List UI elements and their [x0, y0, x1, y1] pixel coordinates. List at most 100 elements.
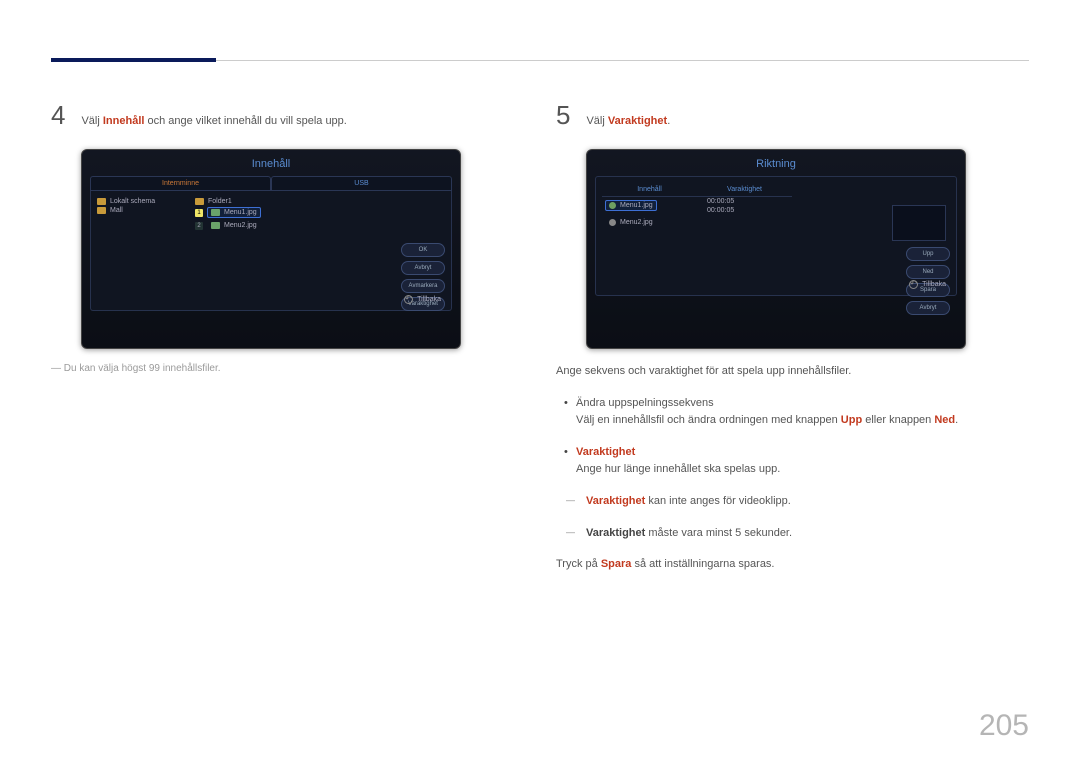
col-header-duration: Varaktighet: [697, 183, 792, 197]
tab-label: Internminne: [162, 180, 199, 187]
text: kan inte anges för videoklipp.: [645, 495, 791, 507]
duration-cell: 00:00:05: [697, 206, 792, 215]
text: .: [667, 115, 670, 127]
file-row: 1 Menu1.jpg: [195, 206, 261, 219]
duration-value: 00:00:05: [707, 198, 734, 205]
up-button[interactable]: Upp: [906, 247, 950, 261]
term: Innehåll: [103, 115, 145, 127]
deselect-button[interactable]: Avmarkera: [401, 279, 445, 293]
folder-label: Mall: [110, 207, 123, 214]
text: .: [955, 414, 958, 426]
seq-heading: Ändra uppspelningssekvens: [576, 397, 714, 409]
button-label: Avbryt: [415, 265, 432, 271]
duration-cell: 00:00:05: [697, 197, 792, 206]
down-button[interactable]: Ned: [906, 265, 950, 279]
term: Upp: [841, 414, 862, 426]
step-5-row: 5 Välj Varaktighet.: [556, 100, 1026, 131]
file-label: Menu2.jpg: [224, 222, 257, 229]
footnote: ― Du kan välja högst 99 innehållsfiler.: [51, 363, 521, 374]
dur-note-1: Varaktighet kan inte anges för videoklip…: [586, 493, 1026, 511]
button-label: Upp: [922, 251, 933, 257]
dur-note-2: Varaktighet måste vara minst 5 sekunder.: [586, 525, 1026, 543]
return-icon: [404, 295, 413, 304]
file-index: 2: [195, 222, 203, 230]
file-item[interactable]: Menu1.jpg: [207, 207, 261, 218]
dur-desc: Ange hur länge innehållet ska spelas upp…: [576, 463, 780, 475]
step-number: 4: [51, 100, 65, 131]
tab-internminne[interactable]: Internminne: [90, 176, 271, 191]
term: Ned: [934, 414, 955, 426]
ok-button[interactable]: OK: [401, 243, 445, 257]
footer-back[interactable]: Tillbaka: [404, 295, 441, 304]
step-number: 5: [556, 100, 570, 131]
item-label: Menu1.jpg: [620, 202, 653, 209]
text: måste vara minst 5 sekunder.: [645, 527, 792, 539]
riktning-panel: Riktning Innehåll Menu1.jpg Menu2.jpg Va…: [586, 149, 966, 349]
folder-label: Folder1: [208, 198, 232, 205]
header-accent: [51, 58, 216, 62]
text: och ange vilket innehåll du vill spela u…: [144, 115, 346, 127]
cancel-button[interactable]: Avbryt: [906, 301, 950, 315]
save-line: Tryck på Spara så att inställningarna sp…: [556, 556, 1026, 574]
seq-bullet: Ändra uppspelningssekvens Välj en innehå…: [576, 395, 1026, 430]
unselected-icon: [609, 219, 616, 226]
text: Välj: [81, 115, 102, 127]
text: eller knappen: [862, 414, 934, 426]
term: Spara: [601, 558, 632, 570]
folder-icon: [97, 198, 106, 205]
tab-bar: Internminne USB: [90, 176, 452, 191]
duration-value: 00:00:05: [707, 207, 734, 214]
text: Välj en innehållsfil och ändra ordningen…: [576, 414, 841, 426]
return-icon: [909, 280, 918, 289]
seq-line: Välj en innehållsfil och ändra ordningen…: [576, 414, 958, 426]
right-column: 5 Välj Varaktighet. Riktning Innehåll Me…: [556, 100, 1026, 574]
tab-label: USB: [354, 180, 368, 187]
dur-heading: Varaktighet: [576, 446, 635, 458]
panel-body: Lokalt schema Mall Folder1 1 Menu1.jpg 2…: [90, 191, 452, 311]
panel-title: Innehåll: [90, 158, 452, 170]
folder-item[interactable]: Folder1: [195, 197, 261, 206]
selected-icon: [609, 202, 616, 209]
folder-icon: [195, 198, 204, 205]
panel-body: Innehåll Menu1.jpg Menu2.jpg Varaktighet…: [595, 176, 957, 296]
text: Tryck på: [556, 558, 601, 570]
term: Varaktighet: [586, 495, 645, 507]
folder-item[interactable]: Lokalt schema: [97, 197, 177, 206]
left-column: 4 Välj Innehåll och ange vilket innehåll…: [51, 100, 521, 374]
back-label: Tillbaka: [922, 281, 946, 288]
image-icon: [211, 222, 220, 229]
step-4-row: 4 Välj Innehåll och ange vilket innehåll…: [51, 100, 521, 131]
file-label: Menu1.jpg: [224, 209, 257, 216]
file-index: 1: [195, 209, 203, 217]
step-5-text: Välj Varaktighet.: [586, 113, 670, 130]
step-4-text: Välj Innehåll och ange vilket innehåll d…: [81, 113, 346, 130]
button-label: Avmarkera: [409, 283, 438, 289]
button-label: Avbryt: [920, 305, 937, 311]
text: så att inställningarna sparas.: [631, 558, 774, 570]
intro-line: Ange sekvens och varaktighet för att spe…: [556, 363, 1026, 381]
tab-usb[interactable]: USB: [271, 176, 452, 191]
text: Välj: [586, 115, 607, 127]
image-icon: [211, 209, 220, 216]
dur-bullet: Varaktighet Ange hur länge innehållet sk…: [576, 444, 1026, 479]
button-label: Ned: [922, 269, 933, 275]
cancel-button[interactable]: Avbryt: [401, 261, 445, 275]
page-number: 205: [979, 709, 1029, 743]
file-row: 2 Menu2.jpg: [195, 219, 261, 232]
preview-box: [892, 205, 946, 241]
footer-back[interactable]: Tillbaka: [909, 280, 946, 289]
footnote-text: Du kan välja högst 99 innehållsfiler.: [64, 363, 221, 374]
term: Varaktighet: [586, 527, 645, 539]
folder-icon: [97, 207, 106, 214]
folder-label: Lokalt schema: [110, 198, 155, 205]
button-label: OK: [419, 247, 428, 253]
list-item[interactable]: Menu2.jpg: [605, 217, 657, 228]
folder-item[interactable]: Mall: [97, 206, 177, 215]
panel-title: Riktning: [595, 158, 957, 170]
file-list: Folder1 1 Menu1.jpg 2 Menu2.jpg: [195, 197, 261, 232]
file-item[interactable]: Menu2.jpg: [207, 220, 261, 231]
item-label: Menu2.jpg: [620, 219, 653, 226]
innehall-panel: Innehåll Internminne USB Lokalt schema M…: [81, 149, 461, 349]
list-item[interactable]: Menu1.jpg: [605, 200, 657, 211]
col-header-content: Innehåll: [602, 183, 697, 197]
